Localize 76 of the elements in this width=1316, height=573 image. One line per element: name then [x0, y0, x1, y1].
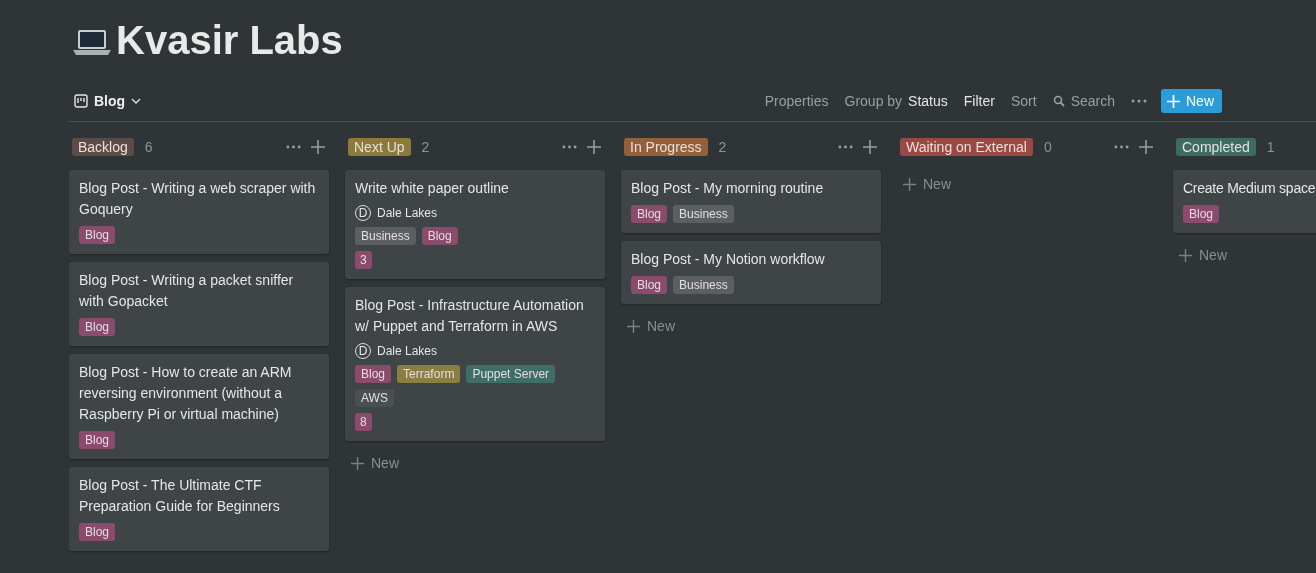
- tag: Blog: [79, 318, 116, 336]
- tag: Blog: [79, 431, 116, 449]
- group-by-button[interactable]: Group by Status: [844, 93, 948, 109]
- workspace-title: Kvasir Labs: [116, 17, 343, 64]
- card-title: Create Medium space: [1183, 179, 1316, 198]
- more-icon[interactable]: [562, 145, 577, 149]
- status-label: Backlog: [72, 138, 134, 156]
- plus-icon: [627, 319, 640, 333]
- tag: Blog: [1183, 205, 1220, 223]
- plus-icon: [351, 456, 364, 470]
- filter-button[interactable]: Filter: [963, 93, 995, 109]
- number-badge: 8: [355, 413, 372, 431]
- card[interactable]: Blog Post - My Notion workflow Blog Business: [621, 241, 881, 304]
- card-title: Blog Post - Writing a web scraper with Goquery: [79, 179, 317, 219]
- plus-icon: [1179, 248, 1192, 262]
- card-title: Blog Post - My Notion workflow: [631, 250, 826, 269]
- add-icon[interactable]: [1139, 140, 1153, 154]
- chevron-down-icon: [131, 98, 142, 104]
- new-card-button[interactable]: New: [1173, 241, 1233, 269]
- card-title: Write white paper outline: [355, 179, 510, 198]
- search-button[interactable]: Search: [1052, 93, 1115, 109]
- status-label: In Progress: [624, 138, 708, 156]
- board-icon: [74, 94, 88, 108]
- plus-icon: [1167, 94, 1180, 108]
- status-label: Completed: [1176, 138, 1256, 156]
- more-icon[interactable]: [1114, 145, 1129, 149]
- tag: Business: [673, 276, 734, 294]
- properties-button[interactable]: Properties: [764, 93, 829, 109]
- new-card-button[interactable]: New: [621, 312, 681, 340]
- card[interactable]: Create Medium space Blog: [1173, 170, 1316, 233]
- view-selector[interactable]: Blog: [74, 93, 142, 109]
- card-title: Blog Post - My morning routine: [631, 179, 825, 198]
- card-count: 1: [1266, 139, 1275, 155]
- search-icon: [1052, 95, 1065, 107]
- new-card-button[interactable]: New: [345, 449, 405, 477]
- more-icon[interactable]: [286, 145, 301, 149]
- card-title: Blog Post - The Ultimate CTF Preparation Guide for Beginners: [79, 476, 281, 516]
- tag: Blog: [79, 226, 116, 244]
- card[interactable]: Blog Post - Writing a packet sniffer with Gopacket Blog: [69, 262, 329, 346]
- sort-button[interactable]: Sort: [1010, 93, 1037, 109]
- tag: Puppet Server: [466, 365, 556, 383]
- tag: Terraform: [397, 365, 461, 383]
- card[interactable]: Blog Post - The Ultimate CTF Preparation Guide for Beginners Blog: [69, 467, 329, 551]
- tag: Blog: [79, 523, 116, 541]
- tag: Blog: [631, 205, 668, 223]
- card[interactable]: Write white paper outline D Dale Lakes Business Blog 3: [345, 170, 605, 279]
- card-title: Blog Post - Infrastructure Automation w/ Puppet and Terraform in AWS: [355, 296, 585, 336]
- plus-icon: [903, 177, 916, 191]
- number-badge: 3: [355, 251, 372, 269]
- card-title: Blog Post - Writing a packet sniffer with Gopacket: [79, 271, 295, 311]
- more-icon[interactable]: [1131, 99, 1147, 103]
- assignee-name: Dale Lakes: [377, 344, 438, 358]
- add-icon[interactable]: [587, 140, 601, 154]
- card[interactable]: Blog Post - Infrastructure Automation w/ Puppet and Terraform in AWS D Dale Lakes Blog Terraform Puppet Server AWS 8: [345, 287, 605, 441]
- card-count: 2: [718, 139, 727, 155]
- new-card-button[interactable]: New: [897, 170, 957, 198]
- card[interactable]: Blog Post - How to create an ARM reversing environment (without a Raspberry Pi or virtual machine) Blog: [69, 354, 329, 459]
- card-count: 0: [1043, 139, 1052, 155]
- card-count: 2: [421, 139, 430, 155]
- status-label: Waiting on External: [900, 138, 1033, 156]
- tag: Blog: [355, 365, 392, 383]
- add-icon[interactable]: [863, 140, 877, 154]
- tag: Blog: [631, 276, 668, 294]
- tag: Business: [355, 227, 416, 245]
- card-count: 6: [144, 139, 153, 155]
- status-label: Next Up: [348, 138, 411, 156]
- laptop-icon: [72, 27, 112, 57]
- tag: AWS: [355, 389, 394, 407]
- assignee-name: Dale Lakes: [377, 206, 438, 220]
- tag: Business: [673, 205, 734, 223]
- more-icon[interactable]: [838, 145, 853, 149]
- tag: Blog: [421, 227, 458, 245]
- card-title: Blog Post - How to create an ARM reversing environment (without a Raspberry Pi or virtual machine): [79, 363, 293, 424]
- card[interactable]: Blog Post - Writing a web scraper with Goquery Blog: [69, 170, 329, 254]
- card[interactable]: Blog Post - My morning routine Blog Business: [621, 170, 881, 233]
- add-icon[interactable]: [311, 140, 325, 154]
